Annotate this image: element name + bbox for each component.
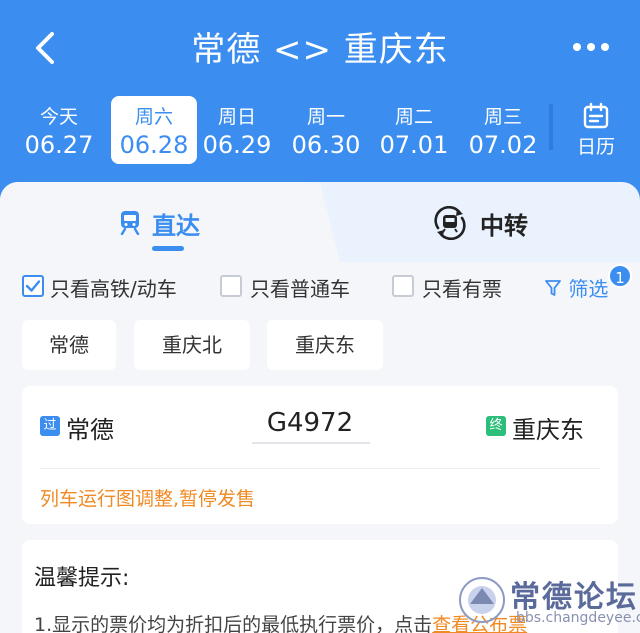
date-value: 06.28 [119,131,189,159]
date-item-4[interactable]: 周二 07.01 [371,96,457,164]
tips-title: 温馨提示: [34,566,130,591]
station-chip-1[interactable]: 重庆北 [134,320,250,370]
forum-watermark: 常德论坛 bbs.changdeyee.com [456,568,640,633]
date-value: 07.01 [379,131,449,159]
app-header: 常德 <> 重庆东 今天 06.27 周六 06.28 周日 06.29 周一 … [0,0,640,200]
date-weekday: 今天 [39,106,78,128]
date-value: 07.02 [468,131,538,159]
check-icon [25,280,41,292]
sale-suspended-notice: 列车运行图调整,暂停发售 [40,488,256,510]
more-horizontal-icon[interactable] [572,42,610,52]
date-weekday: 周六 [134,106,173,128]
forum-logo-icon [459,577,505,623]
tab-direct-indicator [152,246,184,251]
pass-station-tag: 过 [40,416,60,436]
calendar-label: 日历 [576,136,615,158]
train-card[interactable]: 过 常德 G4972 终 重庆东 列车运行图调整,暂停发售 [22,386,618,524]
station-chip-0[interactable]: 常德 [22,320,116,370]
highspeed-label[interactable]: 只看高铁/动车 [50,273,177,302]
tab-direct[interactable]: 直达 [152,206,200,241]
available-checkbox[interactable] [392,275,414,297]
date-value: 06.30 [291,131,361,159]
filter-button[interactable]: 筛选 [544,273,608,302]
normal-train-label[interactable]: 只看普通车 [250,273,350,302]
calendar-icon [583,102,609,129]
date-value: 06.27 [24,131,94,159]
calendar-button[interactable]: 日历 [566,102,626,159]
date-value: 06.29 [202,131,272,159]
card-divider [40,468,600,469]
date-weekday: 周三 [483,106,522,128]
watermark-url: bbs.changdeyee.com [516,610,640,626]
date-weekday: 周二 [394,106,433,128]
date-weekday: 周一 [306,106,345,128]
filter-button-label: 筛选 [568,277,609,301]
date-item-5[interactable]: 周三 07.02 [460,96,546,164]
arrival-station: 重庆东 [512,416,584,444]
normal-train-checkbox[interactable] [220,275,242,297]
station-chip-2[interactable]: 重庆东 [267,320,383,370]
highspeed-checkbox[interactable] [22,275,44,297]
date-selector: 今天 06.27 周六 06.28 周日 06.29 周一 06.30 周二 0… [0,96,640,168]
date-divider [549,104,553,150]
tips-line-1-text: 1.显示的票价均为折扣后的最低执行票价，点击 [34,614,433,633]
train-route-line [252,442,370,444]
terminal-station-tag: 终 [486,416,506,436]
filter-icon [545,280,561,296]
tips-line-1: 1.显示的票价均为折扣后的最低执行票价，点击查看公布票 [34,610,527,633]
departure-station: 常德 [66,416,114,444]
train-icon [120,211,140,235]
filter-count-badge: 1 [608,264,632,288]
page-title: 常德 <> 重庆东 [191,30,449,70]
date-item-1[interactable]: 周六 06.28 [111,96,197,164]
station-chips: 常德 重庆北 重庆东 [0,320,640,370]
available-label[interactable]: 只看有票 [422,273,502,302]
date-weekday: 周日 [217,106,256,128]
filter-bar: 只看高铁/动车 只看普通车 只看有票 筛选 1 [0,264,640,304]
train-number: G4972 [266,408,354,438]
tab-transfer[interactable]: 中转 [480,206,528,241]
date-item-0[interactable]: 今天 06.27 [16,96,102,164]
date-item-2[interactable]: 周日 06.29 [194,96,280,164]
route-tabs: 直达 中转 [0,182,640,262]
transfer-train-icon [434,206,466,240]
date-item-3[interactable]: 周一 06.30 [283,96,369,164]
